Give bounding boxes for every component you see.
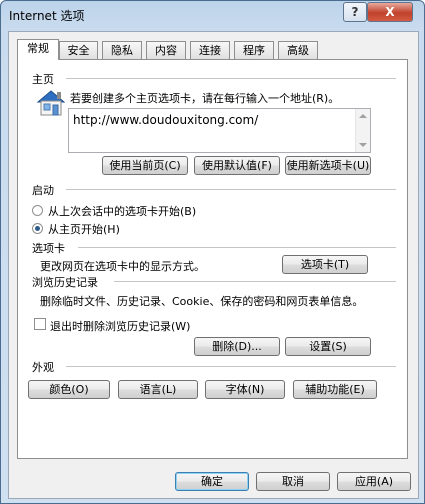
close-button[interactable]: X — [367, 2, 413, 22]
use-current-button[interactable]: 使用当前页(C) — [102, 156, 188, 175]
dialog-client-area: 常规 安全 隐私 内容 连接 程序 高级 主页 若要创建多个主页选项卡，请在每行… — [8, 31, 419, 499]
history-divider — [114, 281, 396, 282]
tabs-settings-button[interactable]: 选项卡(T) — [282, 255, 368, 274]
title-bar[interactable]: Internet 选项 ? X — [1, 1, 424, 31]
delete-on-exit-label[interactable]: 退出时删除浏览历史记录(W) — [50, 318, 190, 334]
startup-last-session-radio[interactable] — [32, 205, 43, 216]
delete-on-exit-checkbox[interactable] — [34, 318, 46, 330]
delete-history-button[interactable]: 删除(D)... — [194, 337, 280, 356]
scroll-down-arrow-icon[interactable] — [359, 143, 367, 147]
tabs-description: 更改网页在选项卡中的显示方式。 — [40, 260, 205, 273]
house-icon — [36, 90, 66, 116]
apply-button[interactable]: 应用(A) — [337, 472, 411, 491]
internet-options-window: Internet 选项 ? X 常规 安全 隐私 内容 连接 程序 高级 主页 — [0, 0, 425, 504]
home-section-label: 主页 — [32, 73, 54, 86]
home-divider — [66, 78, 396, 79]
scroll-up-arrow-icon[interactable] — [359, 114, 367, 118]
tab-general[interactable]: 常规 — [17, 39, 59, 60]
startup-divider — [66, 189, 396, 190]
appearance-divider — [66, 366, 396, 367]
startup-last-session-label[interactable]: 从上次会话中的选项卡开始(B) — [48, 203, 196, 219]
colors-button[interactable]: 颜色(O) — [28, 380, 110, 399]
tabs-section-label: 选项卡 — [32, 242, 65, 255]
help-button[interactable]: ? — [343, 2, 367, 22]
use-new-tab-button[interactable]: 使用新选项卡(U) — [285, 156, 371, 175]
languages-button[interactable]: 语言(L) — [118, 380, 198, 399]
general-tab-panel: 主页 若要创建多个主页选项卡，请在每行输入一个地址(R)。 http://www… — [17, 59, 408, 459]
appearance-section-label: 外观 — [32, 361, 54, 374]
history-section-label: 浏览历史记录 — [32, 276, 98, 289]
tab-connections[interactable]: 连接 — [190, 41, 230, 59]
history-description: 删除临时文件、历史记录、Cookie、保存的密码和网页表单信息。 — [40, 295, 364, 308]
home-page-url-value: http://www.doudouxitong.com/ — [73, 113, 259, 127]
history-settings-button[interactable]: 设置(S) — [285, 337, 371, 356]
cancel-button[interactable]: 取消 — [256, 472, 330, 491]
accessibility-button[interactable]: 辅助功能(E) — [293, 380, 377, 399]
home-description: 若要创建多个主页选项卡，请在每行输入一个地址(R)。 — [70, 92, 340, 105]
tab-programs[interactable]: 程序 — [234, 41, 274, 59]
fonts-button[interactable]: 字体(N) — [205, 380, 285, 399]
tabs-divider — [78, 247, 396, 248]
tab-privacy[interactable]: 隐私 — [102, 41, 142, 59]
home-page-url-input[interactable]: http://www.doudouxitong.com/ — [68, 108, 371, 153]
tab-content[interactable]: 内容 — [146, 41, 186, 59]
startup-homepage-label[interactable]: 从主页开始(H) — [48, 221, 120, 237]
window-title: Internet 选项 — [9, 9, 85, 23]
tab-security[interactable]: 安全 — [59, 41, 98, 59]
startup-homepage-radio[interactable] — [32, 223, 43, 234]
tab-advanced[interactable]: 高级 — [278, 41, 318, 59]
startup-section-label: 启动 — [32, 184, 54, 197]
ok-button[interactable]: 确定 — [175, 472, 249, 491]
url-scrollbar[interactable] — [355, 109, 370, 152]
use-default-button[interactable]: 使用默认值(F) — [194, 156, 280, 175]
